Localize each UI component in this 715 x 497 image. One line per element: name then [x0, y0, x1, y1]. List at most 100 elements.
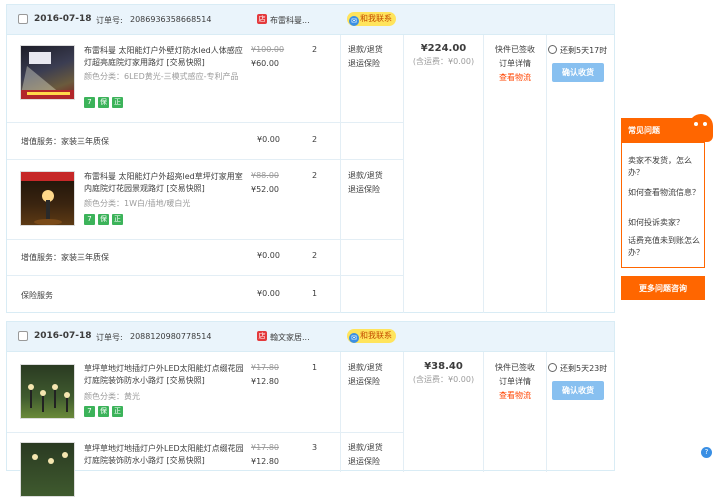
view-logistics-link[interactable]: 查看物流	[485, 71, 545, 85]
product-thumbnail[interactable]	[20, 45, 75, 100]
product-sku: 颜色分类：黄光	[84, 392, 140, 401]
service-badges: 7保正	[84, 97, 126, 109]
value-added-service: 增值服务：家装三年质保	[21, 253, 109, 262]
faq-link-logistics[interactable]: 如何查看物流信息？	[628, 187, 702, 199]
return-insurance-link[interactable]: 退运保险	[348, 57, 383, 71]
shipping-fee: (含运费：¥0.00)	[412, 57, 475, 66]
help-icon[interactable]: ?	[701, 447, 712, 458]
seven-day-return-icon: 7	[84, 214, 95, 225]
product-title[interactable]: 草坪草地灯地插灯户外LED太阳能灯点缀花园灯庭院装饰防水小路灯 [交易快照]	[84, 363, 249, 387]
seven-day-return-icon: 7	[84, 97, 95, 108]
order-card: 2016-07-18 订单号: 2088120980778514 店 翰文家居.…	[6, 321, 615, 497]
order-date: 2016-07-18	[34, 14, 92, 24]
confirm-receipt-button[interactable]: 确认收货	[552, 63, 604, 82]
unit-price: ¥60.00	[251, 59, 279, 68]
service-quantity: 2	[312, 135, 318, 144]
unit-price: ¥12.80	[251, 457, 279, 466]
return-insurance-link[interactable]: 退运保险	[348, 455, 383, 469]
shop-icon: 店	[257, 14, 267, 24]
service-price: ¥0.00	[257, 289, 280, 298]
shop-name[interactable]: 布雷科曼...	[270, 15, 310, 26]
guarantee-icon: 保	[98, 214, 109, 225]
refund-link[interactable]: 退款/退货	[348, 361, 383, 375]
quantity: 2	[312, 45, 318, 54]
faq-link-no-shipment[interactable]: 卖家不发货，怎么办？	[628, 155, 702, 179]
status-text: 快件已签收	[495, 45, 535, 54]
total-amount: ¥224.00	[420, 43, 467, 54]
return-insurance-link[interactable]: 退运保险	[348, 183, 383, 197]
shop-icon: 店	[257, 331, 267, 341]
order-status: 快件已签收 订单详情 查看物流	[485, 361, 545, 403]
guarantee-icon: 保	[98, 97, 109, 108]
service-badges: 7保正	[84, 214, 126, 226]
faq-panel: 常见问题 卖家不发货，怎么办？ 如何查看物流信息？ 如何投诉卖家？ 话费充值未到…	[621, 114, 713, 268]
contact-seller-button[interactable]: ✉ 和我联系	[347, 12, 396, 26]
countdown-text: 还剩5天17时	[560, 46, 608, 55]
service-price: ¥0.00	[257, 135, 280, 144]
order-number-label: 订单号:	[96, 16, 123, 25]
product-thumbnail[interactable]	[20, 171, 75, 226]
order-number: 2086936358668514	[130, 15, 212, 24]
insurance-service: 保险服务	[21, 291, 53, 300]
clock-icon	[548, 363, 557, 372]
unit-price: ¥52.00	[251, 185, 279, 194]
refund-link[interactable]: 退款/退货	[348, 169, 383, 183]
order-status: 快件已签收 订单详情 查看物流	[485, 43, 545, 85]
clock-icon	[548, 45, 557, 54]
after-sales: 退款/退货 退运保险	[348, 441, 383, 469]
genuine-icon: 正	[112, 406, 123, 417]
quantity: 3	[312, 443, 318, 452]
solar-wall-lamp-image	[21, 52, 74, 99]
product-title[interactable]: 布雷科曼 太阳能灯户外壁灯防水led人体感应灯超亮庭院灯家用路灯 [交易快照]	[84, 45, 249, 69]
unit-price: ¥12.80	[251, 377, 279, 386]
confirm-receipt-button[interactable]: 确认收货	[552, 381, 604, 400]
view-logistics-link[interactable]: 查看物流	[485, 389, 545, 403]
order-detail-link[interactable]: 订单详情	[485, 375, 545, 389]
order-header: 2016-07-18 订单号: 2086936358668514 店 布雷科曼.…	[7, 5, 614, 35]
refund-link[interactable]: 退款/退货	[348, 43, 383, 57]
service-price: ¥0.00	[257, 251, 280, 260]
shipping-fee: (含运费：¥0.00)	[412, 375, 475, 384]
shop-name[interactable]: 翰文家居...	[270, 332, 310, 343]
contact-label: 和我联系	[360, 331, 392, 340]
lawn-lamp-image	[32, 452, 68, 464]
order-checkbox[interactable]	[18, 14, 28, 24]
original-price: ¥88.00	[251, 171, 279, 180]
countdown: 还剩5天23时	[548, 363, 607, 374]
guarantee-icon: 保	[98, 406, 109, 417]
product-thumbnail[interactable]	[20, 442, 75, 497]
product-sku: 颜色分类：6LED黄光-三模式感应-专利产品	[84, 72, 239, 81]
order-total: ¥38.40 (含运费：¥0.00)	[406, 361, 481, 385]
service-quantity: 1	[312, 289, 318, 298]
order-detail-link[interactable]: 订单详情	[485, 57, 545, 71]
original-price: ¥17.80	[251, 443, 279, 452]
faq-link-complaint[interactable]: 如何投诉卖家？	[628, 217, 702, 229]
status-text: 快件已签收	[495, 363, 535, 372]
order-header: 2016-07-18 订单号: 2088120980778514 店 翰文家居.…	[7, 322, 614, 352]
return-insurance-link[interactable]: 退运保险	[348, 375, 383, 389]
contact-seller-button[interactable]: ✉ 和我联系	[347, 329, 396, 343]
chat-icon: ✉	[349, 333, 359, 343]
order-checkbox[interactable]	[18, 331, 28, 341]
faq-link-recharge[interactable]: 话费充值未到账怎么办？	[628, 235, 702, 259]
quantity: 1	[312, 363, 318, 372]
order-date: 2016-07-18	[34, 331, 92, 341]
original-price: ¥100.00	[251, 45, 285, 54]
total-amount: ¥38.40	[424, 361, 463, 372]
product-thumbnail[interactable]	[20, 364, 75, 419]
product-sku: 颜色分类：1W白/插地/暖白光	[84, 199, 191, 208]
refund-link[interactable]: 退款/退货	[348, 441, 383, 455]
more-questions-button[interactable]: 更多问题咨询	[621, 276, 705, 300]
chat-icon: ✉	[349, 16, 359, 26]
mascot-icon	[689, 114, 713, 142]
garden-lamp-image	[21, 172, 74, 225]
after-sales: 退款/退货 退运保险	[348, 43, 383, 71]
original-price: ¥17.80	[251, 363, 279, 372]
product-title[interactable]: 布雷科曼 太阳能灯户外超亮led草坪灯家用室内庭院灯花园景观路灯 [交易快照]	[84, 171, 249, 195]
order-total: ¥224.00 (含运费：¥0.00)	[406, 43, 481, 67]
service-badges: 7保正	[84, 406, 126, 418]
order-number: 2088120980778514	[130, 332, 212, 341]
seven-day-return-icon: 7	[84, 406, 95, 417]
product-title[interactable]: 草坪草地灯地插灯户外LED太阳能灯点缀花园灯庭院装饰防水小路灯 [交易快照]	[84, 443, 249, 467]
value-added-service: 增值服务：家装三年质保	[21, 137, 109, 146]
